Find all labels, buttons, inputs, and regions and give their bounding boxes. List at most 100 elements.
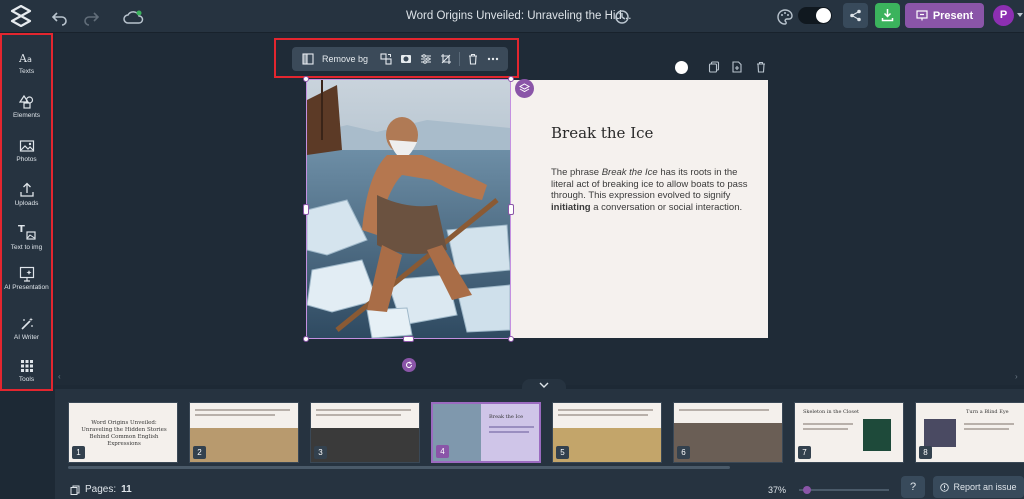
thumbnail-text-line — [316, 409, 411, 411]
sidebar-item-ai-presentation[interactable]: AI Presentation — [2, 266, 51, 292]
thumbnail-text-line — [489, 426, 534, 428]
sidebar-item-text-to-img[interactable]: T Text to img — [2, 222, 51, 252]
pages-count: 11 — [121, 484, 132, 495]
sidebar-item-label: Elements — [12, 112, 41, 119]
page-thumbnail-5[interactable]: 5 — [552, 402, 662, 463]
zoom-slider[interactable] — [799, 489, 889, 491]
page-number: 5 — [556, 446, 569, 459]
page-thumbnail-2[interactable]: 2 — [189, 402, 299, 463]
add-page-icon[interactable] — [731, 61, 743, 73]
sidebar-item-uploads[interactable]: Uploads — [2, 182, 51, 208]
sidebar-item-texts[interactable]: Aa Texts — [2, 50, 51, 76]
presentation-icon — [916, 10, 928, 21]
delete-page-icon[interactable] — [755, 61, 767, 73]
history-icon[interactable] — [613, 8, 631, 26]
body-text-bold: initiating — [551, 201, 591, 213]
slide-heading[interactable]: Break the Ice — [551, 124, 653, 142]
more-options-icon[interactable] — [487, 53, 499, 65]
thumbnail-image-type — [674, 423, 782, 462]
page-thumbnail-7[interactable]: Skeleton in the Closet 7 — [794, 402, 904, 463]
thumbnail-title: Turn a Blind Eye — [966, 409, 1009, 415]
resize-handle-br[interactable] — [508, 336, 514, 342]
replace-image-icon[interactable] — [380, 53, 392, 65]
undo-icon[interactable] — [51, 8, 69, 26]
app-logo-icon[interactable] — [10, 5, 32, 27]
zoom-slider-handle[interactable] — [803, 486, 811, 494]
thumbnail-text-line — [803, 428, 848, 430]
resize-handle-right[interactable] — [508, 204, 514, 215]
page-number: 4 — [436, 445, 449, 458]
remove-bg-icon[interactable] — [302, 53, 314, 65]
duplicate-page-icon[interactable] — [708, 61, 720, 73]
thumbnail-title: Break the Ice — [489, 414, 524, 420]
mask-icon[interactable] — [400, 53, 412, 65]
grid-icon — [20, 360, 33, 372]
resize-handle-left[interactable] — [303, 204, 309, 215]
thumbnail-text-line — [558, 409, 653, 411]
thumbnail-title: Skeleton in the Closet — [803, 409, 859, 415]
top-bar: Word Origins Unveiled: Unraveling the Hi… — [0, 0, 1024, 33]
layers-button[interactable] — [515, 79, 534, 98]
palette-icon[interactable] — [776, 8, 794, 26]
page-thumbnail-1[interactable]: Word Origins Unveiled: Unraveling the Hi… — [68, 402, 178, 463]
page-thumbnail-3[interactable]: 3 — [310, 402, 420, 463]
text-aa-icon: Aa — [19, 52, 32, 65]
thumbnail-text-line — [195, 409, 290, 411]
thumbnail-text-line — [195, 414, 275, 416]
toolbar-divider — [459, 52, 461, 66]
body-text-segment: a conversation or social interaction. — [590, 201, 743, 213]
slide-body-text[interactable]: The phrase Break the Ice has its roots i… — [551, 167, 751, 213]
left-sidebar: Aa Texts Elements Photos Uploads T Text … — [0, 33, 53, 391]
present-label: Present — [932, 9, 974, 22]
page-number: 6 — [677, 446, 690, 459]
sidebar-item-ai-writer[interactable]: AI Writer — [2, 316, 51, 342]
user-avatar[interactable]: P — [993, 5, 1014, 26]
sidebar-item-label: Photos — [16, 156, 37, 163]
report-issue-label: Report an issue — [953, 482, 1017, 492]
resize-handle-bl[interactable] — [303, 336, 309, 342]
thumbnail-image-sunset — [924, 419, 956, 447]
sidebar-item-elements[interactable]: Elements — [2, 94, 51, 120]
chevron-down-icon[interactable] — [1017, 13, 1023, 17]
resize-handle-tr[interactable] — [508, 76, 514, 82]
pages-icon — [70, 485, 80, 495]
thumbnail-text-line — [316, 414, 401, 416]
info-icon — [940, 482, 950, 492]
page-count: Pages: 11 — [70, 484, 132, 495]
download-button[interactable] — [875, 3, 900, 28]
collapse-filmstrip-button[interactable] — [522, 379, 566, 393]
sidebar-item-label: Uploads — [14, 200, 39, 207]
sidebar-item-tools[interactable]: Tools — [2, 358, 51, 384]
page-thumbnail-6[interactable]: 6 — [673, 402, 783, 463]
resize-handle-tl[interactable] — [303, 76, 309, 82]
share-icon — [850, 9, 861, 22]
document-title[interactable]: Word Origins Unveiled: Unraveling the Hi… — [406, 10, 631, 22]
report-issue-button[interactable]: Report an issue — [933, 476, 1024, 498]
scroll-left-icon[interactable]: ‹ — [58, 372, 61, 381]
resize-handle-bottom[interactable] — [403, 336, 414, 342]
present-button[interactable]: Present — [905, 3, 984, 28]
remove-bg-button[interactable]: Remove bg — [322, 54, 368, 64]
scroll-right-icon[interactable]: › — [1015, 372, 1018, 381]
adjust-sliders-icon[interactable] — [420, 53, 432, 65]
theme-toggle[interactable] — [798, 7, 832, 24]
rotate-handle[interactable] — [402, 358, 416, 372]
redo-icon[interactable] — [82, 8, 100, 26]
thumbnail-text-line — [964, 428, 1009, 430]
pages-label: Pages: — [85, 484, 117, 495]
help-button[interactable]: ? — [901, 476, 925, 498]
page-thumbnail-8[interactable]: Turn a Blind Eye 8 — [915, 402, 1024, 463]
crop-icon[interactable] — [440, 53, 452, 65]
filmstrip-scrollbar[interactable] — [68, 466, 730, 469]
page-background-color[interactable] — [675, 61, 688, 74]
page-thumbnail-4[interactable]: Break the Ice 4 — [431, 402, 541, 463]
cloud-saved-icon — [123, 10, 144, 24]
trash-icon[interactable] — [467, 53, 479, 65]
toggle-knob — [816, 8, 831, 23]
page-number: 2 — [193, 446, 206, 459]
page-number: 1 — [72, 446, 85, 459]
thumbnail-title: Word Origins Unveiled: Unraveling the Hi… — [81, 420, 167, 447]
thumbnail-image-skeleton — [863, 419, 891, 451]
share-button[interactable] — [843, 3, 868, 28]
sidebar-item-photos[interactable]: Photos — [2, 138, 51, 164]
